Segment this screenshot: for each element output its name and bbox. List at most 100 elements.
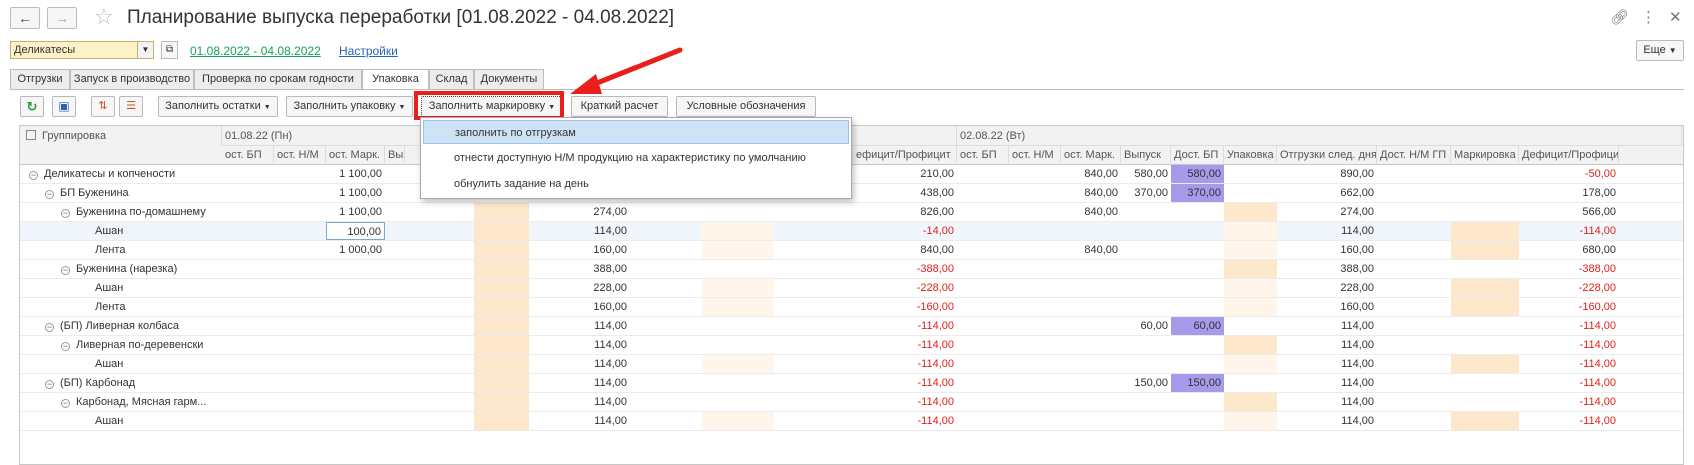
marking-stock-cell[interactable]: [1061, 412, 1121, 430]
table-row[interactable]: Ашан 114,00 -114,00 114,00 -114,00: [20, 412, 1683, 431]
output-cell[interactable]: 580,00: [1121, 165, 1171, 183]
value-cell[interactable]: 114,00: [540, 317, 630, 335]
marking-stock-cell[interactable]: [326, 393, 385, 411]
highlight-cell[interactable]: [702, 279, 774, 297]
col-header[interactable]: Дефицит/Профицит: [1519, 146, 1619, 165]
output-cell[interactable]: [1121, 412, 1171, 430]
highlight-cell[interactable]: [474, 260, 529, 278]
available-bp-cell[interactable]: 150,00: [1171, 374, 1224, 392]
highlight-cell[interactable]: [1224, 203, 1277, 221]
tab-documents[interactable]: Документы: [474, 69, 544, 89]
deficit-cell[interactable]: -114,00: [1519, 355, 1619, 373]
marking-stock-cell[interactable]: [1061, 298, 1121, 316]
refresh-button[interactable]: ↻: [20, 96, 44, 117]
collapse-icon[interactable]: −: [61, 342, 70, 351]
marking-stock-cell[interactable]: 1 000,00: [326, 241, 385, 259]
deficit-cell[interactable]: -114,00: [853, 336, 957, 354]
value-cell[interactable]: 114,00: [540, 355, 630, 373]
highlight-cell[interactable]: [474, 355, 529, 373]
deficit-cell[interactable]: -114,00: [1519, 317, 1619, 335]
highlight-cell[interactable]: [474, 203, 529, 221]
deficit-cell[interactable]: -388,00: [853, 260, 957, 278]
deficit-cell[interactable]: -114,00: [853, 374, 957, 392]
next-day-shipments-cell[interactable]: 274,00: [1277, 203, 1377, 221]
marking-stock-cell[interactable]: 100,00: [326, 222, 385, 240]
marking-stock-cell[interactable]: 840,00: [1061, 184, 1121, 202]
highlight-cell[interactable]: [1224, 298, 1277, 316]
highlight-cell[interactable]: [474, 317, 529, 335]
next-day-shipments-cell[interactable]: 160,00: [1277, 298, 1377, 316]
deficit-cell[interactable]: 826,00: [853, 203, 957, 221]
back-button[interactable]: ←: [10, 7, 40, 29]
highlight-cell[interactable]: [474, 279, 529, 297]
deficit-cell[interactable]: -114,00: [1519, 374, 1619, 392]
favorite-star-icon[interactable]: ☆: [94, 4, 114, 30]
next-day-shipments-cell[interactable]: 114,00: [1277, 336, 1377, 354]
tab-warehouse[interactable]: Склад: [429, 69, 474, 89]
next-day-shipments-cell[interactable]: 228,00: [1277, 279, 1377, 297]
next-day-shipments-cell[interactable]: 890,00: [1277, 165, 1377, 183]
deficit-cell[interactable]: -114,00: [853, 317, 957, 335]
marking-stock-cell[interactable]: [1061, 336, 1121, 354]
value-cell[interactable]: 114,00: [540, 336, 630, 354]
table-row[interactable]: − Карбонад, Мясная гарм... 114,00 -114,00 11…: [20, 393, 1683, 412]
value-cell[interactable]: 388,00: [540, 260, 630, 278]
organization-select[interactable]: Деликатесы ▼: [10, 41, 154, 59]
deficit-cell[interactable]: -160,00: [1519, 298, 1619, 316]
menu-item-assign-default[interactable]: отнести доступную Н/М продукцию на харак…: [423, 146, 849, 170]
settings-link[interactable]: Настройки: [339, 44, 398, 58]
marking-stock-cell[interactable]: [326, 336, 385, 354]
table-row[interactable]: − (БП) Ливерная колбаса 114,00 -114,00 60,00…: [20, 317, 1683, 336]
deficit-cell[interactable]: 840,00: [853, 241, 957, 259]
menu-item-fill-by-shipments[interactable]: заполнить по отгрузкам: [423, 120, 849, 144]
output-cell[interactable]: [1121, 279, 1171, 297]
highlight-cell[interactable]: [474, 412, 529, 430]
deficit-cell[interactable]: -114,00: [1519, 222, 1619, 240]
deficit-cell[interactable]: 680,00: [1519, 241, 1619, 259]
marking-stock-cell[interactable]: [326, 374, 385, 392]
output-cell[interactable]: [1121, 203, 1171, 221]
col-header[interactable]: Маркировка: [1451, 146, 1519, 165]
short-calc-button[interactable]: Краткий расчет: [571, 96, 668, 117]
list-button[interactable]: ☰: [119, 96, 143, 117]
col-header[interactable]: ост. Марк.: [1061, 146, 1121, 165]
table-row[interactable]: Лента 1 000,00 160,00 840,00 840,00 160,00 680…: [20, 241, 1683, 260]
deficit-cell[interactable]: 566,00: [1519, 203, 1619, 221]
next-day-shipments-cell[interactable]: 114,00: [1277, 317, 1377, 335]
col-header[interactable]: ост. БП: [957, 146, 1009, 165]
highlight-cell[interactable]: [1451, 222, 1519, 240]
highlight-cell[interactable]: [474, 393, 529, 411]
highlight-cell[interactable]: [1451, 241, 1519, 259]
marking-stock-cell[interactable]: 1 100,00: [326, 165, 385, 183]
highlight-cell[interactable]: [1224, 260, 1277, 278]
deficit-cell[interactable]: 178,00: [1519, 184, 1619, 202]
more-button[interactable]: Еще ▼: [1636, 40, 1684, 61]
collapse-icon[interactable]: −: [29, 171, 38, 180]
deficit-cell[interactable]: 210,00: [853, 165, 957, 183]
menu-item-reset-day-task[interactable]: обнулить задание на день: [423, 172, 849, 196]
col-header[interactable]: Упаковка: [1224, 146, 1277, 165]
deficit-cell[interactable]: -388,00: [1519, 260, 1619, 278]
period-link[interactable]: 01.08.2022 - 04.08.2022: [190, 44, 321, 58]
output-cell[interactable]: [1121, 222, 1171, 240]
collapse-icon[interactable]: −: [45, 323, 54, 332]
highlight-cell[interactable]: [1224, 222, 1277, 240]
highlight-cell[interactable]: [702, 298, 774, 316]
deficit-cell[interactable]: -114,00: [1519, 412, 1619, 430]
marking-stock-cell[interactable]: [1061, 222, 1121, 240]
fill-pack-button[interactable]: Заполнить упаковку ▼: [286, 96, 413, 117]
highlight-cell[interactable]: [1224, 393, 1277, 411]
tab-production-launch[interactable]: Запуск в производство: [70, 69, 194, 89]
highlight-cell[interactable]: [1224, 279, 1277, 297]
col-header[interactable]: Выпуск: [1121, 146, 1171, 165]
table-row[interactable]: Ашан 100,00 114,00 -14,00 114,00 -114,00: [20, 222, 1683, 241]
highlight-cell[interactable]: [474, 222, 529, 240]
output-cell[interactable]: [1121, 355, 1171, 373]
link-icon[interactable]: 🔗︎: [1610, 8, 1629, 26]
collapse-icon[interactable]: −: [61, 399, 70, 408]
available-bp-cell[interactable]: 370,00: [1171, 184, 1224, 202]
next-day-shipments-cell[interactable]: 114,00: [1277, 355, 1377, 373]
marking-stock-cell[interactable]: [1061, 260, 1121, 278]
forward-button[interactable]: →: [47, 7, 77, 29]
col-header[interactable]: ефицит/Профицит: [853, 146, 957, 165]
